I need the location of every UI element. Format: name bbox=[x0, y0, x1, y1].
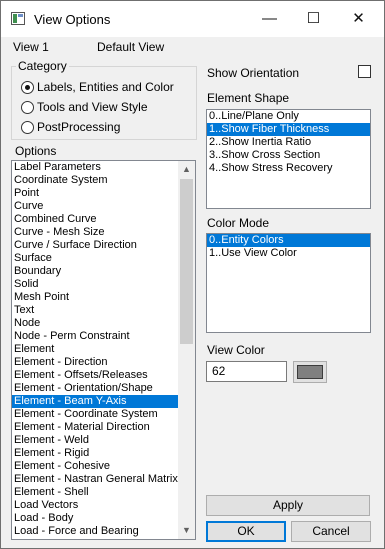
options-list-item[interactable]: Element - Cohesive bbox=[12, 460, 195, 473]
show-orientation-checkbox[interactable] bbox=[358, 65, 371, 78]
color-mode-item[interactable]: 1..Use View Color bbox=[207, 247, 370, 260]
options-list-item[interactable]: Surface bbox=[12, 252, 195, 265]
options-list-item[interactable]: Element - Orientation/Shape bbox=[12, 382, 195, 395]
options-list-item[interactable]: Element - Offsets/Releases bbox=[12, 369, 195, 382]
options-list-item[interactable]: Mesh Point bbox=[12, 291, 195, 304]
options-label: Options bbox=[15, 144, 57, 158]
radio-button-icon[interactable] bbox=[21, 100, 34, 114]
element-shape-item[interactable]: 2..Show Inertia Ratio bbox=[207, 136, 370, 149]
element-shape-label: Element Shape bbox=[207, 91, 290, 105]
category-option[interactable]: Tools and View Style bbox=[21, 99, 148, 115]
options-list-item[interactable]: Combined Curve bbox=[12, 213, 195, 226]
view-number-label: View 1 bbox=[13, 40, 49, 54]
radio-button-icon[interactable] bbox=[21, 80, 34, 94]
category-option-label: PostProcessing bbox=[37, 120, 121, 134]
view-color-input[interactable]: 62 bbox=[206, 361, 287, 382]
options-list-item[interactable]: Load - Body bbox=[12, 512, 195, 525]
options-list-item[interactable]: Load Vectors bbox=[12, 499, 195, 512]
radio-button-icon[interactable] bbox=[21, 120, 34, 134]
options-list-item[interactable]: Element bbox=[12, 343, 195, 356]
color-mode-listbox[interactable]: 0..Entity Colors 1..Use View Color bbox=[206, 233, 371, 333]
options-listbox[interactable]: Label Parameters Coordinate System Point Cu… bbox=[11, 160, 196, 540]
category-option-label: Tools and View Style bbox=[37, 100, 148, 114]
options-list-item[interactable]: Element - Nastran General Matrix bbox=[12, 473, 195, 486]
app-icon bbox=[11, 12, 25, 25]
color-swatch bbox=[297, 365, 323, 379]
cancel-button[interactable]: Cancel bbox=[291, 521, 371, 542]
element-shape-item[interactable]: 3..Show Cross Section bbox=[207, 149, 370, 162]
category-option[interactable]: PostProcessing bbox=[21, 119, 120, 135]
view-color-button[interactable] bbox=[293, 361, 327, 383]
color-mode-item[interactable]: 0..Entity Colors bbox=[207, 234, 370, 247]
apply-button[interactable]: Apply bbox=[206, 495, 370, 516]
view-color-label: View Color bbox=[207, 343, 265, 357]
scroll-up-arrow-icon[interactable]: ▲ bbox=[178, 161, 195, 178]
window-title: View Options bbox=[34, 12, 111, 27]
options-list-item[interactable]: Element - Direction bbox=[12, 356, 195, 369]
category-option-label: Labels, Entities and Color bbox=[37, 80, 174, 94]
options-list-item[interactable]: Curve - Mesh Size bbox=[12, 226, 195, 239]
options-list-item[interactable]: Point bbox=[12, 187, 195, 200]
options-list-item[interactable]: Element - Material Direction bbox=[12, 421, 195, 434]
options-list-item[interactable]: Text bbox=[12, 304, 195, 317]
options-list-item[interactable]: Solid bbox=[12, 278, 195, 291]
options-list-item[interactable]: Boundary bbox=[12, 265, 195, 278]
options-list-item[interactable]: Label Parameters bbox=[12, 161, 195, 174]
options-list-item[interactable]: Curve bbox=[12, 200, 195, 213]
scroll-down-arrow-icon[interactable]: ▼ bbox=[178, 522, 195, 539]
maximize-button[interactable]: ☐ bbox=[291, 1, 336, 37]
color-mode-label: Color Mode bbox=[207, 216, 270, 230]
scroll-thumb[interactable] bbox=[180, 179, 193, 344]
options-items: Label Parameters Coordinate System Point Cu… bbox=[12, 161, 195, 538]
options-list-item[interactable]: Coordinate System bbox=[12, 174, 195, 187]
options-list-item[interactable]: Element - Shell bbox=[12, 486, 195, 499]
view-name-label: Default View bbox=[97, 40, 165, 54]
options-scrollbar[interactable]: ▲ ▼ bbox=[178, 161, 195, 539]
element-shape-listbox[interactable]: 0..Line/Plane Only 1..Show Fiber Thicknes… bbox=[206, 109, 371, 209]
close-button[interactable]: ✕ bbox=[336, 1, 381, 37]
minimize-button[interactable]: — bbox=[247, 1, 292, 37]
element-shape-item[interactable]: 0..Line/Plane Only bbox=[207, 110, 370, 123]
options-list-item[interactable]: Element - Weld bbox=[12, 434, 195, 447]
ok-button[interactable]: OK bbox=[206, 521, 286, 542]
view-options-dialog: View Options — ☐ ✕ View 1 Default View C… bbox=[0, 0, 385, 549]
element-shape-item[interactable]: 1..Show Fiber Thickness bbox=[207, 123, 370, 136]
category-legend: Category bbox=[16, 59, 69, 73]
options-list-item[interactable]: Load - Force and Bearing bbox=[12, 525, 195, 538]
options-list-item[interactable]: Node - Perm Constraint bbox=[12, 330, 195, 343]
options-list-item[interactable]: Element - Rigid bbox=[12, 447, 195, 460]
options-list-item[interactable]: Curve / Surface Direction bbox=[12, 239, 195, 252]
title-bar: View Options — ☐ ✕ bbox=[1, 1, 384, 37]
options-list-item[interactable]: Node bbox=[12, 317, 195, 330]
category-option[interactable]: Labels, Entities and Color bbox=[21, 79, 174, 95]
options-list-item[interactable]: Element - Coordinate System bbox=[12, 408, 195, 421]
options-list-item[interactable]: Element - Beam Y-Axis bbox=[12, 395, 195, 408]
show-orientation-label: Show Orientation bbox=[207, 66, 300, 80]
element-shape-item[interactable]: 4..Show Stress Recovery bbox=[207, 162, 370, 175]
